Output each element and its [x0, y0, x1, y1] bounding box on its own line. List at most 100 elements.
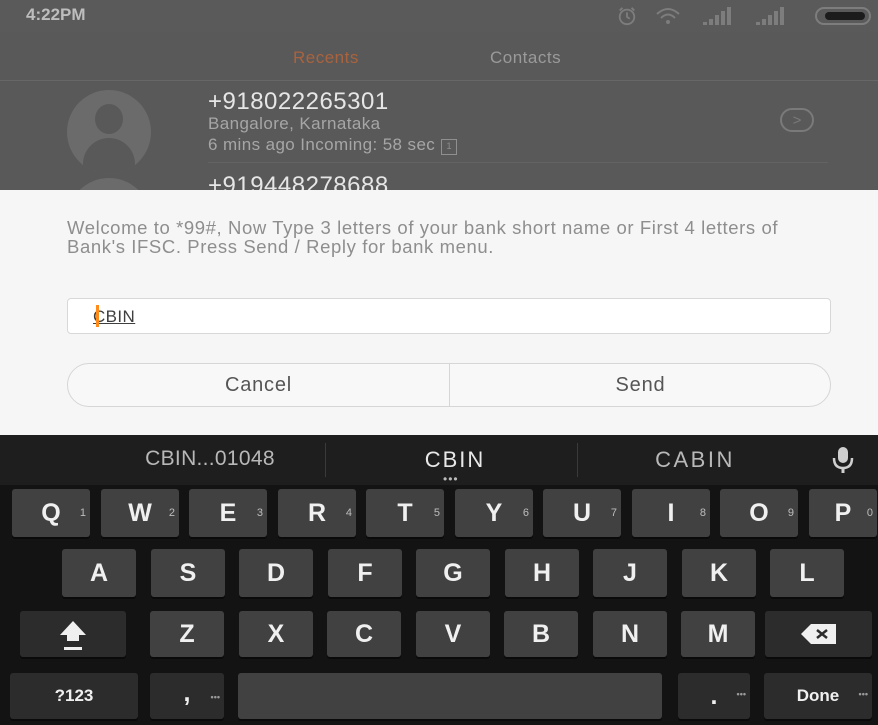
tab-recents[interactable]: Recents — [293, 48, 359, 68]
key-hint: 4 — [345, 507, 352, 519]
call-number[interactable]: +918022265301 — [208, 88, 389, 116]
backspace-icon — [800, 624, 836, 644]
suggestion-2[interactable]: CBIN — [335, 447, 575, 473]
divider — [577, 443, 578, 477]
period-label: . — [710, 682, 718, 710]
shift-key[interactable] — [20, 611, 126, 657]
battery-icon — [815, 7, 871, 25]
symbols-key[interactable]: ?123 — [10, 673, 138, 719]
key-hint: 9 — [787, 507, 794, 519]
shift-arrow-icon — [60, 621, 86, 650]
key-label: O — [749, 499, 769, 527]
key-label: K — [709, 559, 729, 587]
key-hint: 6 — [522, 507, 529, 519]
key-y[interactable]: Y6 — [455, 489, 533, 537]
text-cursor — [96, 305, 99, 327]
key-label: X — [267, 620, 285, 648]
key-q[interactable]: Q1 — [12, 489, 90, 537]
key-c[interactable]: C — [327, 611, 401, 657]
sim1-icon: 1 — [441, 139, 458, 155]
key-b[interactable]: B — [504, 611, 578, 657]
call-detail: 6 mins ago Incoming: 58 sec 1 — [208, 135, 458, 155]
done-label: Done — [796, 686, 840, 705]
key-label: Z — [179, 620, 195, 648]
key-label: W — [128, 499, 152, 527]
key-label: G — [443, 559, 463, 587]
key-label: A — [89, 559, 109, 587]
key-label: L — [799, 559, 815, 587]
key-t[interactable]: T5 — [366, 489, 444, 537]
key-label: C — [354, 620, 374, 648]
comma-key[interactable]: , ••• — [150, 673, 224, 719]
key-m[interactable]: M — [681, 611, 755, 657]
key-a[interactable]: A — [62, 549, 136, 597]
key-label: D — [266, 559, 286, 587]
call-location: Bangalore, Karnataka — [208, 114, 381, 133]
done-key[interactable]: Done ••• — [764, 673, 872, 719]
key-u[interactable]: U7 — [543, 489, 621, 537]
cancel-button[interactable]: Cancel — [68, 364, 449, 406]
key-x[interactable]: X — [239, 611, 313, 657]
contact-avatar-icon — [67, 90, 151, 174]
key-w[interactable]: W2 — [101, 489, 179, 537]
divider — [325, 443, 326, 477]
key-hint: 7 — [610, 507, 617, 519]
backspace-key[interactable] — [765, 611, 872, 657]
key-i[interactable]: I8 — [632, 489, 710, 537]
more-suggestions-indicator: ••• — [443, 472, 459, 486]
tab-contacts[interactable]: Contacts — [490, 48, 561, 68]
comma-label: , — [183, 679, 191, 707]
signal-icon — [756, 7, 784, 25]
key-label: Q — [41, 499, 61, 527]
alarm-icon — [618, 7, 636, 26]
call-number[interactable]: +919448278688 — [208, 172, 389, 190]
call-detail-text: 6 mins ago Incoming: 58 sec — [208, 135, 436, 154]
suggestion-strip: CBIN...01048 CBIN ••• CABIN — [0, 435, 878, 486]
space-bar[interactable] — [238, 673, 662, 719]
key-h[interactable]: H — [505, 549, 579, 597]
dialog-buttons: Cancel Send — [67, 363, 831, 407]
key-z[interactable]: Z — [150, 611, 224, 657]
key-hint: 8 — [699, 507, 706, 519]
key-f[interactable]: F — [328, 549, 402, 597]
status-time: 4:22PM — [26, 5, 86, 24]
signal-icon — [703, 7, 731, 25]
key-label: R — [307, 499, 327, 527]
key-label: Y — [485, 499, 503, 527]
contact-avatar-icon — [67, 178, 151, 190]
send-button[interactable]: Send — [450, 364, 830, 406]
key-label: V — [444, 620, 462, 648]
suggestion-1[interactable]: CBIN...01048 — [100, 447, 320, 471]
tab-bar: Recents Contacts — [0, 36, 878, 80]
key-label: I — [667, 499, 675, 527]
recents-screen: 4:22PM Recents Contacts +918022265301 Ba… — [0, 0, 878, 190]
key-j[interactable]: J — [593, 549, 667, 597]
key-label: E — [219, 499, 237, 527]
key-p[interactable]: P0 — [809, 489, 877, 537]
key-k[interactable]: K — [682, 549, 756, 597]
key-d[interactable]: D — [239, 549, 313, 597]
key-s[interactable]: S — [151, 549, 225, 597]
status-bar: 4:22PM — [0, 0, 878, 32]
keyboard: CBIN...01048 CBIN ••• CABIN ?123 , ••• . •… — [0, 435, 878, 725]
call-details-arrow-icon[interactable]: > — [780, 108, 814, 132]
suggestion-3[interactable]: CABIN — [585, 447, 805, 473]
key-v[interactable]: V — [416, 611, 490, 657]
key-hint: 0 — [866, 507, 873, 519]
key-l[interactable]: L — [770, 549, 844, 597]
key-label: B — [531, 620, 551, 648]
key-o[interactable]: O9 — [720, 489, 798, 537]
period-key[interactable]: . ••• — [678, 673, 750, 719]
reply-input[interactable]: CBIN — [67, 298, 831, 334]
key-n[interactable]: N — [593, 611, 667, 657]
key-hint: 3 — [256, 507, 263, 519]
dialog-message: Welcome to *99#, Now Type 3 letters of y… — [67, 217, 779, 257]
key-g[interactable]: G — [416, 549, 490, 597]
key-hint: 2 — [168, 507, 175, 519]
key-e[interactable]: E3 — [189, 489, 267, 537]
key-label: U — [572, 499, 592, 527]
microphone-icon[interactable] — [828, 444, 858, 476]
key-r[interactable]: R4 — [278, 489, 356, 537]
key-label: S — [179, 559, 197, 587]
key-label: N — [620, 620, 640, 648]
